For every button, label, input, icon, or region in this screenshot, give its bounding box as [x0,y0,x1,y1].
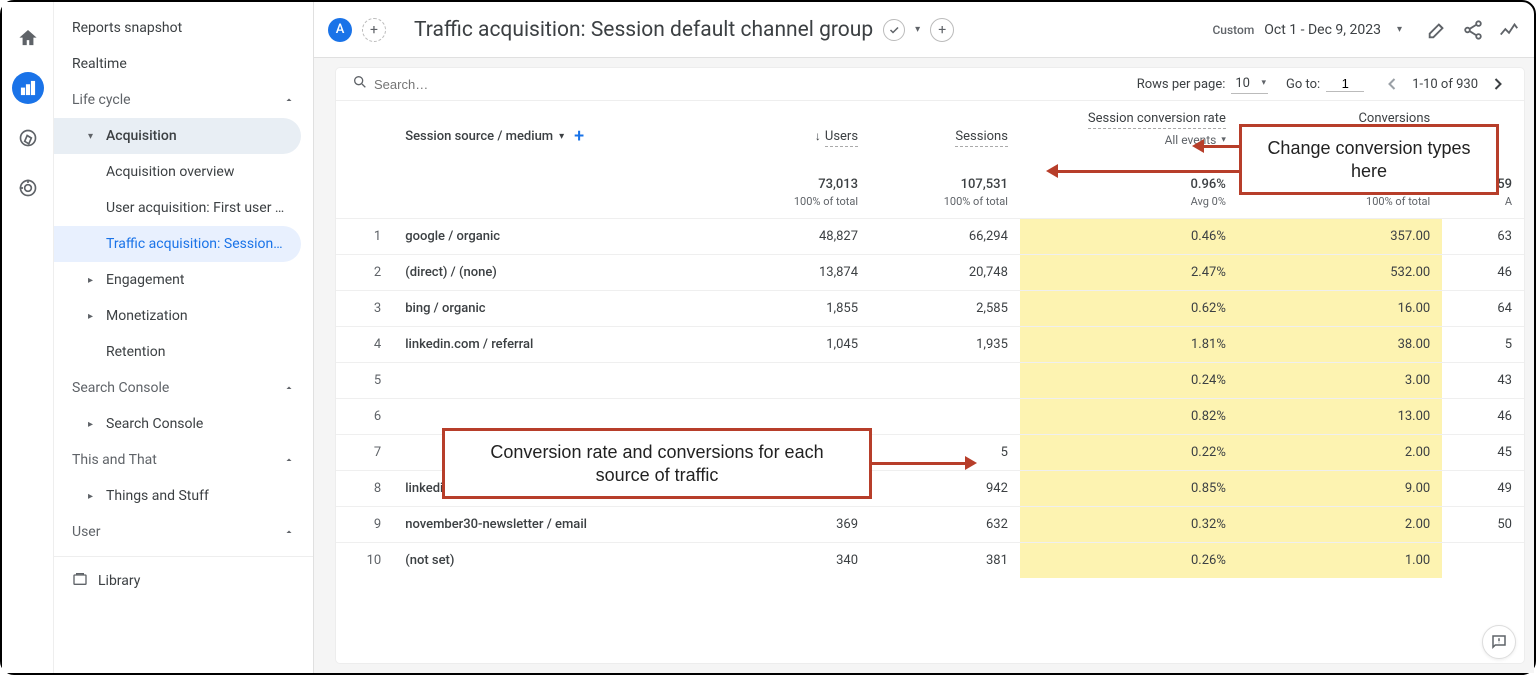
sidebar-library[interactable]: Library [54,556,313,605]
table-row[interactable]: 5 0.24% 3.00 43 [336,363,1524,399]
main: A + Traffic acquisition: Session default… [314,2,1534,673]
chevron-up-icon [283,382,295,394]
search-icon [352,74,368,94]
sort-down-icon: ↓ [815,129,821,143]
verified-icon[interactable] [883,19,905,41]
caret-down-icon: ▾ [88,131,98,142]
table-row[interactable]: 10 (not set) 340 381 0.26% 1.00 [336,543,1524,579]
insights-icon[interactable] [1498,19,1520,41]
caret-right-icon: ▸ [88,311,98,322]
caret-right-icon: ▸ [88,419,98,430]
add-segment-button[interactable]: + [362,18,386,42]
add-dimension-button[interactable]: + [574,126,584,147]
goto-input[interactable] [1326,76,1364,92]
chevron-up-icon [283,526,295,538]
date-label: Custom [1212,23,1254,37]
add-comparison-button[interactable]: + [930,18,954,42]
table-row[interactable]: 1 google / organic 48,827 66,294 0.46% 3… [336,219,1524,255]
sidebar-group-label: This and That [72,452,157,468]
sidebar-group-this-that[interactable]: This and That [54,442,313,478]
annotation-center: Conversion rate and conversions for each… [442,428,872,499]
reports-icon[interactable] [12,72,44,104]
col-sessions[interactable]: Sessions [870,101,1020,157]
sidebar: Reports snapshot Realtime Life cycle ▾ A… [54,2,314,673]
sidebar-item-things-stuff[interactable]: ▸ Things and Stuff [54,478,301,514]
col-conversion-rate[interactable]: Session conversion rate All events ▾ [1020,101,1238,157]
pager-text: 1-10 of 930 [1412,77,1478,92]
sidebar-item-engagement[interactable]: ▸ Engagement [54,262,301,298]
sidebar-item-acquisition-overview[interactable]: Acquisition overview [54,154,301,190]
rows-per-page-label: Rows per page: [1137,77,1226,92]
sidebar-group-label: Search Console [72,380,169,396]
sidebar-group-label: User [72,524,100,540]
page-title: Traffic acquisition: Session default cha… [414,18,873,42]
sidebar-reports-snapshot[interactable]: Reports snapshot [54,10,313,46]
sidebar-group-search-console[interactable]: Search Console [54,370,313,406]
sidebar-item-monetization[interactable]: ▸ Monetization [54,298,301,334]
table-row[interactable]: 3 bing / organic 1,855 2,585 0.62% 16.00… [336,291,1524,327]
explore-icon[interactable] [12,122,44,154]
sidebar-group-lifecycle[interactable]: Life cycle [54,82,313,118]
goto-label: Go to: [1286,77,1320,92]
table-controls: Rows per page: 10▾ Go to: 1-10 of 930 [336,68,1524,101]
caret-right-icon: ▸ [88,275,98,286]
left-rail [2,2,54,673]
segment-badge[interactable]: A [328,18,352,42]
dimension-selector[interactable]: Session source / medium ▾ [405,129,564,144]
table-row[interactable]: 4 linkedin.com / referral 1,045 1,935 1.… [336,327,1524,363]
caret-right-icon: ▸ [88,491,98,502]
topbar: A + Traffic acquisition: Session default… [314,2,1534,58]
sidebar-item-traffic-acquisition[interactable]: Traffic acquisition: Session… [54,226,301,262]
date-range-picker[interactable]: Oct 1 - Dec 9, 2023 [1264,22,1381,38]
sidebar-item-acquisition[interactable]: ▾ Acquisition [54,118,301,154]
search-input[interactable] [374,77,524,92]
rows-per-page-select[interactable]: 10▾ [1231,74,1268,94]
edit-report-icon[interactable] [1426,19,1448,41]
library-icon [72,571,88,591]
feedback-button[interactable] [1482,625,1516,659]
chevron-up-icon [283,94,295,106]
annotation-right: Change conversion types here [1239,124,1499,195]
sidebar-item-retention[interactable]: Retention [54,334,301,370]
sidebar-item-search-console[interactable]: ▸ Search Console [54,406,301,442]
home-icon[interactable] [12,22,44,54]
advertising-icon[interactable] [12,172,44,204]
next-page-button[interactable] [1488,74,1508,94]
sidebar-group-user[interactable]: User [54,514,313,550]
sidebar-group-label: Life cycle [72,92,131,108]
share-icon[interactable] [1462,19,1484,41]
table-row[interactable]: 2 (direct) / (none) 13,874 20,748 2.47% … [336,255,1524,291]
date-dropdown-icon[interactable]: ▾ [1397,24,1402,35]
title-dropdown-icon[interactable]: ▾ [915,24,920,35]
chevron-up-icon [283,454,295,466]
col-users[interactable]: ↓Users [720,101,870,157]
table-row[interactable]: 9 november30-newsletter / email 369 632 … [336,507,1524,543]
sidebar-realtime[interactable]: Realtime [54,46,313,82]
sidebar-item-user-acquisition[interactable]: User acquisition: First user … [54,190,301,226]
prev-page-button[interactable] [1382,74,1402,94]
